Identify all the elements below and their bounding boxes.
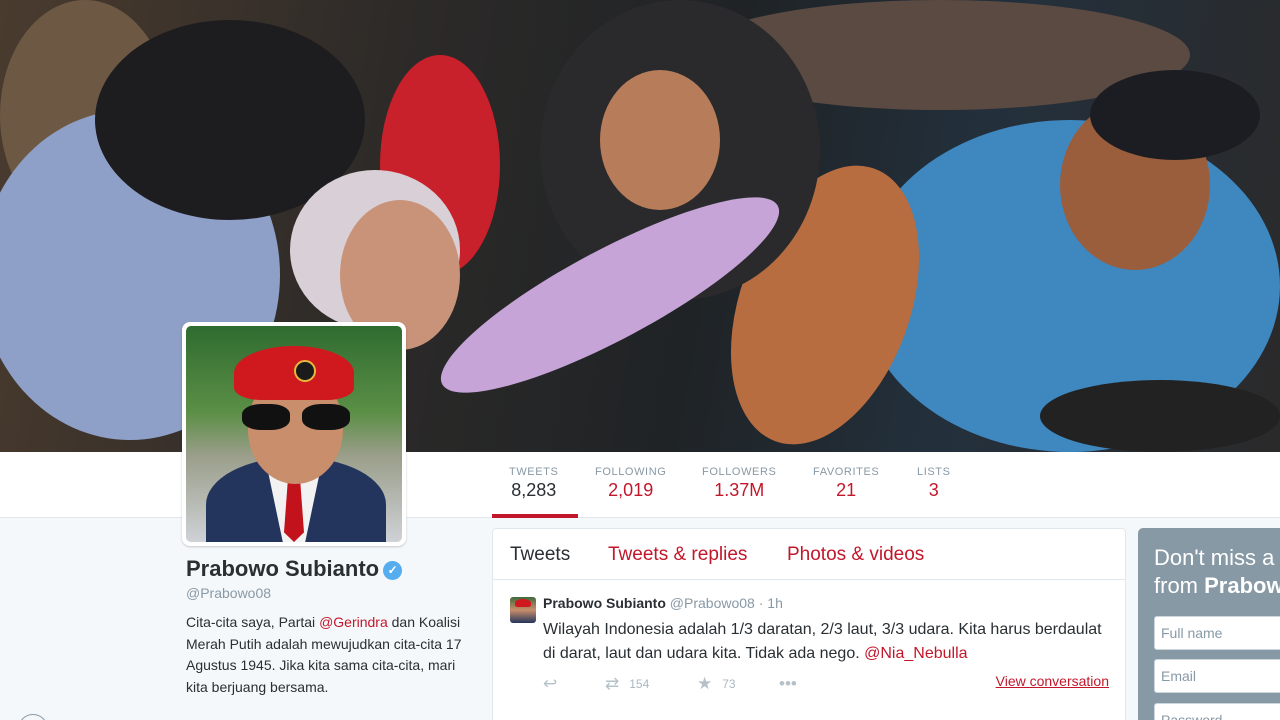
retweet-button[interactable]: ⇄ 154 [605, 674, 649, 694]
profile-name[interactable]: Prabowo Subianto ✓ [186, 556, 403, 582]
stat-tweets[interactable]: TWEETS 8,283 [509, 466, 558, 501]
tab-photos-videos[interactable]: Photos & videos [787, 544, 924, 566]
more-button[interactable]: ••• [779, 674, 797, 694]
retweet-count: 154 [629, 677, 650, 691]
stat-value: 2,019 [608, 480, 654, 500]
retweet-icon: ⇄ [605, 674, 620, 693]
tweet-text-body: Wilayah Indonesia adalah 1/3 daratan, 2/… [543, 621, 1102, 662]
bio-mention-link[interactable]: @Gerindra [319, 614, 388, 630]
tweet-timestamp[interactable]: 1h [767, 595, 783, 611]
profile-name-text: Prabowo Subianto [186, 556, 380, 581]
stat-label: FOLLOWERS [702, 466, 777, 478]
view-conversation-link[interactable]: View conversation [996, 673, 1109, 689]
reply-icon: ↩ [543, 674, 558, 693]
email-input[interactable] [1154, 659, 1280, 693]
password-input[interactable] [1154, 703, 1280, 720]
stat-favorites[interactable]: FAVORITES 21 [813, 466, 879, 501]
more-icon: ••• [779, 674, 797, 693]
stat-label: LISTS [917, 466, 951, 478]
tab-tweets[interactable]: Tweets [510, 544, 570, 566]
stat-value: 1.37M [714, 480, 765, 500]
stat-value: 3 [928, 480, 939, 500]
timeline: Tweets Tweets & replies Photos & videos … [492, 528, 1126, 720]
fullname-input[interactable] [1154, 616, 1280, 650]
signup-title-line1: Don't miss a [1154, 545, 1275, 570]
timeline-tabs: Tweets Tweets & replies Photos & videos [493, 529, 1125, 580]
profile-handle[interactable]: @Prabowo08 [186, 585, 271, 601]
stat-value: 8,283 [511, 480, 557, 500]
stat-label: TWEETS [509, 466, 559, 478]
tweet-author-handle[interactable]: @Prabowo08 [670, 595, 755, 611]
tweet-avatar[interactable] [510, 597, 536, 623]
bio-text-start: Cita-cita saya, Partai [186, 614, 320, 630]
signup-title: Don't miss a from Prabowo [1154, 544, 1280, 600]
stat-following[interactable]: FOLLOWING 2,019 [595, 466, 666, 501]
profile-avatar[interactable] [182, 322, 406, 546]
signup-title-prefix: from [1154, 573, 1205, 598]
stat-lists[interactable]: LISTS 3 [917, 466, 951, 501]
favorite-button[interactable]: ★ 73 [697, 674, 736, 694]
location-icon [18, 714, 48, 720]
reply-button[interactable]: ↩ [543, 674, 557, 694]
stat-value: 21 [836, 480, 857, 500]
favorite-count: 73 [722, 677, 736, 691]
stat-label: FAVORITES [813, 466, 880, 478]
tweet[interactable]: Prabowo Subianto @Prabowo08 · 1h Wilayah… [493, 580, 1125, 710]
tweet-header: Prabowo Subianto @Prabowo08 · 1h [543, 595, 783, 611]
signup-title-name: Prabowo [1204, 573, 1280, 598]
profile-bio: Cita-cita saya, Partai @Gerindra dan Koa… [186, 612, 476, 698]
signup-module: Don't miss a from Prabowo [1138, 528, 1280, 720]
tweet-separator: · [758, 595, 764, 611]
tweet-text: Wilayah Indonesia adalah 1/3 daratan, 2/… [543, 618, 1103, 666]
verified-icon: ✓ [383, 561, 403, 580]
tweet-mention-link[interactable]: @Nia_Nebulla [864, 645, 967, 662]
tab-tweets-replies[interactable]: Tweets & replies [608, 544, 747, 566]
tweet-author-name[interactable]: Prabowo Subianto [543, 595, 666, 611]
stat-followers[interactable]: FOLLOWERS 1.37M [702, 466, 776, 501]
stat-label: FOLLOWING [595, 466, 667, 478]
active-stat-indicator [492, 514, 578, 518]
star-icon: ★ [697, 674, 713, 693]
